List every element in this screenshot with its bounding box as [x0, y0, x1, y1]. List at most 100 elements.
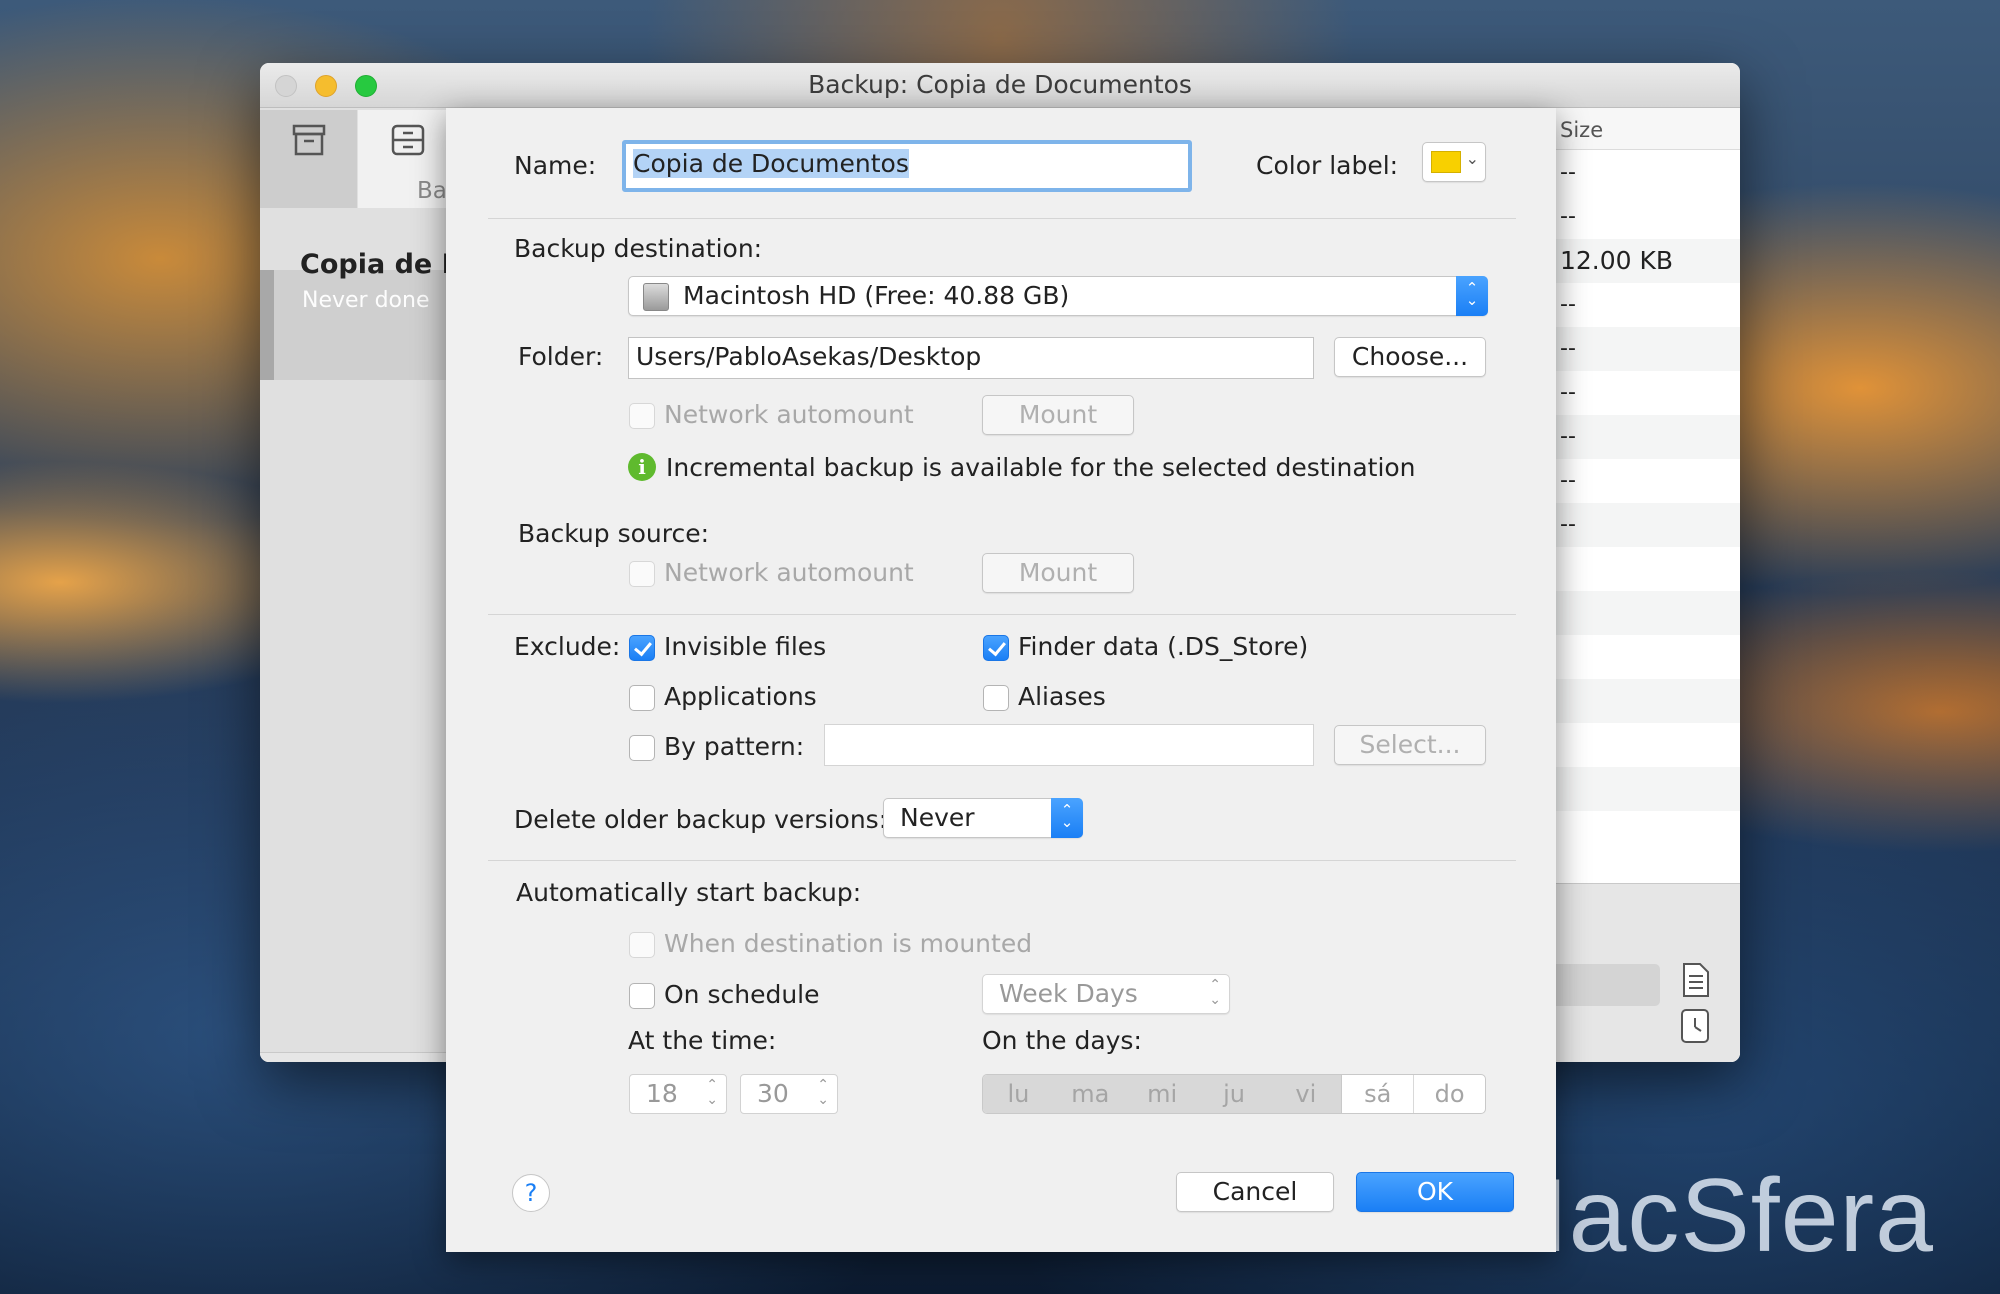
sidebar: Ba Copia de D Never done + — — [260, 108, 464, 1062]
log-document-icon[interactable] — [1678, 962, 1712, 998]
destination-value: Macintosh HD (Free: 40.88 GB) — [683, 281, 1070, 310]
up-down-chevron-icon: ⌃ ⌄ — [1209, 977, 1221, 1008]
name-label: Name: — [514, 151, 597, 180]
on-schedule-checkbox[interactable] — [629, 983, 655, 1009]
file-list-panel: Size -- -- 12.00 KB -- -- -- -- -- -- — [1556, 108, 1740, 1062]
empty-row — [1556, 679, 1740, 723]
up-down-chevron-icon: ⌃ ⌄ — [817, 1077, 829, 1108]
ok-button[interactable]: OK — [1356, 1172, 1514, 1212]
exclude-finder-data-label: Finder data (.DS_Store) — [1018, 632, 1309, 661]
minute-value: 30 — [757, 1079, 789, 1108]
day-thursday[interactable]: ju — [1198, 1075, 1271, 1113]
cancel-button[interactable]: Cancel — [1176, 1172, 1334, 1212]
file-row-size[interactable]: -- — [1556, 195, 1740, 239]
backup-item-title: Copia de D — [300, 249, 465, 280]
pattern-field[interactable] — [824, 724, 1314, 766]
file-row-size[interactable]: -- — [1556, 415, 1740, 459]
add-backup-button[interactable]: + — [296, 1053, 336, 1062]
title-bar[interactable]: Backup: Copia de Documentos — [260, 63, 1740, 108]
day-friday[interactable]: vi — [1270, 1075, 1343, 1113]
day-wednesday[interactable]: mi — [1126, 1075, 1199, 1113]
exclude-applications-checkbox[interactable] — [629, 685, 655, 711]
history-clock-icon[interactable] — [1678, 1008, 1712, 1044]
when-mounted-label: When destination is mounted — [664, 929, 1033, 958]
day-tuesday[interactable]: ma — [1054, 1075, 1127, 1113]
at-time-label: At the time: — [628, 1026, 777, 1055]
color-swatch — [1431, 151, 1461, 173]
size-column-header[interactable]: Size — [1556, 108, 1740, 150]
exclude-invisible-checkbox[interactable] — [629, 635, 655, 661]
up-down-chevron-icon: ⌃ ⌄ — [706, 1077, 718, 1108]
on-schedule-label: On schedule — [664, 980, 820, 1009]
exclude-finder-data-checkbox[interactable] — [983, 635, 1009, 661]
choose-folder-button[interactable]: Choose... — [1334, 337, 1486, 377]
color-label-label: Color label: — [1256, 151, 1399, 180]
folder-field[interactable]: Users/PabloAsekas/Desktop — [628, 337, 1314, 379]
source-mount-button[interactable]: Mount — [982, 553, 1134, 593]
schedule-popup[interactable]: Week Days ⌃ ⌄ — [982, 974, 1230, 1014]
day-saturday[interactable]: sá — [1342, 1075, 1415, 1113]
delete-older-value: Never — [900, 803, 975, 832]
empty-row — [1556, 767, 1740, 811]
backup-item-status: Never done — [302, 288, 430, 313]
help-button[interactable]: ? — [512, 1174, 550, 1212]
source-network-automount-checkbox[interactable] — [629, 561, 655, 587]
exclude-aliases-label: Aliases — [1018, 682, 1106, 711]
day-sunday[interactable]: do — [1414, 1075, 1485, 1113]
hour-value: 18 — [646, 1079, 678, 1108]
when-mounted-checkbox[interactable] — [629, 932, 655, 958]
hard-disk-icon — [643, 283, 669, 311]
remove-backup-button[interactable]: — — [366, 1053, 406, 1062]
info-icon: i — [628, 453, 656, 481]
days-segmented-control: lu ma mi ju vi sá do — [982, 1074, 1486, 1114]
exclude-label: Exclude: — [514, 632, 621, 661]
minute-stepper[interactable]: 30 ⌃ ⌄ — [740, 1074, 838, 1114]
name-field-value: Copia de Documentos — [633, 149, 909, 178]
sidebar-toolbar: + — — [260, 1052, 446, 1062]
archive-box-icon — [292, 124, 326, 156]
separator — [488, 614, 1516, 615]
backup-destination-label: Backup destination: — [514, 234, 763, 263]
backup-settings-sheet: Name: Copia de Documentos Color label: ⌄… — [446, 108, 1556, 1252]
backup-source-label: Backup source: — [518, 519, 710, 548]
up-down-chevron-icon: ⌃ ⌄ — [1456, 276, 1488, 316]
exclude-pattern-label: By pattern: — [664, 732, 805, 761]
name-field[interactable]: Copia de Documentos — [622, 140, 1192, 192]
chevron-down-icon: ⌄ — [1465, 149, 1479, 168]
up-down-chevron-icon: ⌃ ⌄ — [1051, 798, 1083, 838]
hour-stepper[interactable]: 18 ⌃ ⌄ — [629, 1074, 727, 1114]
progress-track — [1556, 964, 1660, 1006]
tab-label: Ba — [417, 178, 447, 204]
source-network-automount-label: Network automount — [664, 558, 914, 587]
destination-network-automount-label: Network automount — [664, 400, 914, 429]
on-days-label: On the days: — [982, 1026, 1142, 1055]
schedule-value: Week Days — [999, 979, 1138, 1008]
destination-mount-button[interactable]: Mount — [982, 395, 1134, 435]
exclude-pattern-checkbox[interactable] — [629, 735, 655, 761]
select-pattern-button[interactable]: Select... — [1334, 725, 1486, 765]
file-row-size[interactable]: -- — [1556, 151, 1740, 195]
file-row-size[interactable]: -- — [1556, 459, 1740, 503]
exclude-invisible-label: Invisible files — [664, 632, 827, 661]
folder-label: Folder: — [518, 342, 604, 371]
file-row-size[interactable]: 12.00 KB — [1556, 239, 1740, 283]
file-row-size[interactable]: -- — [1556, 283, 1740, 327]
file-row-size[interactable]: -- — [1556, 371, 1740, 415]
day-monday[interactable]: lu — [983, 1075, 1055, 1113]
file-row-size[interactable]: -- — [1556, 327, 1740, 371]
separator — [488, 860, 1516, 861]
destination-network-automount-checkbox[interactable] — [629, 403, 655, 429]
file-list-toolbar — [1556, 883, 1740, 1062]
file-row-size[interactable]: -- — [1556, 503, 1740, 547]
auto-start-label: Automatically start backup: — [516, 878, 862, 907]
delete-older-popup[interactable]: Never ⌃ ⌄ — [883, 798, 1083, 838]
tab-backups[interactable] — [260, 110, 357, 208]
exclude-aliases-checkbox[interactable] — [983, 685, 1009, 711]
empty-row — [1556, 591, 1740, 635]
backup-list-item-selected[interactable] — [260, 270, 446, 380]
separator — [488, 218, 1516, 219]
color-label-popup[interactable]: ⌄ — [1422, 142, 1486, 182]
destination-popup[interactable]: Macintosh HD (Free: 40.88 GB) ⌃ ⌄ — [628, 276, 1488, 316]
cabinet-icon — [391, 124, 425, 156]
exclude-applications-label: Applications — [664, 682, 817, 711]
